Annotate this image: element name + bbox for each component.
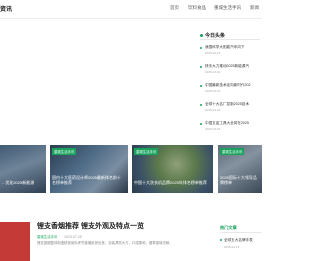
featured-card[interactable]: 重城生活手讯 中国十大洗衣机品牌2025年排名榜单推荐 (132, 145, 213, 193)
nav-item-life[interactable]: 重城生活手讯 (214, 5, 241, 11)
nav-item-home[interactable]: 首页 (170, 5, 179, 11)
hot-articles-panel: 热门文章 全球五大名牌手表 2025-04-19 (220, 222, 262, 261)
article-meta: 重城生活手讯 2023-07-25 (37, 234, 82, 239)
bullet-icon (200, 34, 203, 38)
nav-item-news[interactable]: 新闻 (250, 5, 259, 11)
headline-title[interactable]: 中国最新技术走向新时代202 (205, 83, 251, 88)
headline-title[interactable]: 快手大力推动2025新能源汽 (205, 64, 249, 69)
bullet-icon (200, 104, 202, 106)
headline-date: 2025-04-19 (205, 51, 221, 55)
hot-article-date: 2025-04-19 (224, 245, 240, 249)
divider (200, 39, 260, 40)
card-category-tag[interactable]: 重城生活手讯 (134, 148, 159, 155)
headline-title[interactable]: 中国五金工具大全将在2025 (205, 121, 249, 126)
headline-date: 2025-04-19 (205, 127, 221, 131)
today-headlines-title: 今日头条 (200, 32, 225, 39)
article-date: 2023-07-25 (64, 235, 82, 239)
hot-article-item[interactable]: 全球五大名牌手表 (220, 238, 253, 243)
headline-date: 2025-04-19 (205, 89, 221, 93)
featured-card[interactable]: 重城生活手讯 国内十大医药设计师2025最新排名前十名榜单推荐 (50, 145, 128, 193)
hot-articles-title: 热门文章 (220, 225, 237, 230)
article-excerpt: 锂支香烟整体制造精良用料考究卷烟纸张优良，包装漂亮大方，口感柔和，烟草香味浓郁。 (37, 241, 173, 245)
top-navbar: 资讯 首页 饮料食品 重城生活手讯 新闻 (0, 0, 262, 19)
card-caption[interactable]: 国内十大医药设计师2025最新排名前十名榜单推荐 (52, 175, 124, 185)
bullet-icon (220, 239, 222, 242)
headline-date: 2025-04-19 (205, 108, 221, 112)
card-caption[interactable]: 中国十大洗衣机品牌2025年排名榜单推荐 (134, 180, 209, 185)
card-category-tag[interactable]: 重城生活手讯 (52, 148, 77, 155)
article-category[interactable]: 重城生活手讯 (37, 235, 57, 239)
site-logo-text[interactable]: 资讯 (0, 4, 12, 13)
bullet-icon (200, 123, 202, 125)
headline-title[interactable]: 我国科学大阳能汽车向下 (205, 45, 245, 50)
main-banner-area (0, 19, 195, 143)
bullet-icon (200, 47, 202, 49)
card-caption[interactable]: 2025国际十大领导品牌榜单 (220, 175, 260, 185)
today-headlines-panel: 今日头条 我国科学大阳能汽车向下 2025-04-19 快手大力推动2025新能… (198, 28, 262, 140)
headline-date: 2025-04-19 (205, 70, 221, 74)
headline-title[interactable]: 全球十大名厂控制2025技术 (205, 102, 249, 107)
article-thumbnail[interactable] (0, 222, 30, 261)
divider (220, 232, 262, 233)
bullet-icon (200, 66, 202, 68)
nav-item-food[interactable]: 饮料食品 (188, 5, 206, 11)
bullet-icon (200, 85, 202, 87)
card-image (0, 145, 46, 193)
card-category-tag[interactable]: 重城生活手讯 (220, 148, 245, 155)
featured-card[interactable]: 重城生活手讯 2025国际十大领导品牌榜单 (218, 145, 262, 193)
featured-card[interactable]: ...优化2025新能源 (0, 145, 46, 193)
article-title[interactable]: 锂支香烟推荐 锂支外观及特点一览 (37, 221, 144, 231)
card-caption[interactable]: ...优化2025新能源 (2, 180, 44, 185)
